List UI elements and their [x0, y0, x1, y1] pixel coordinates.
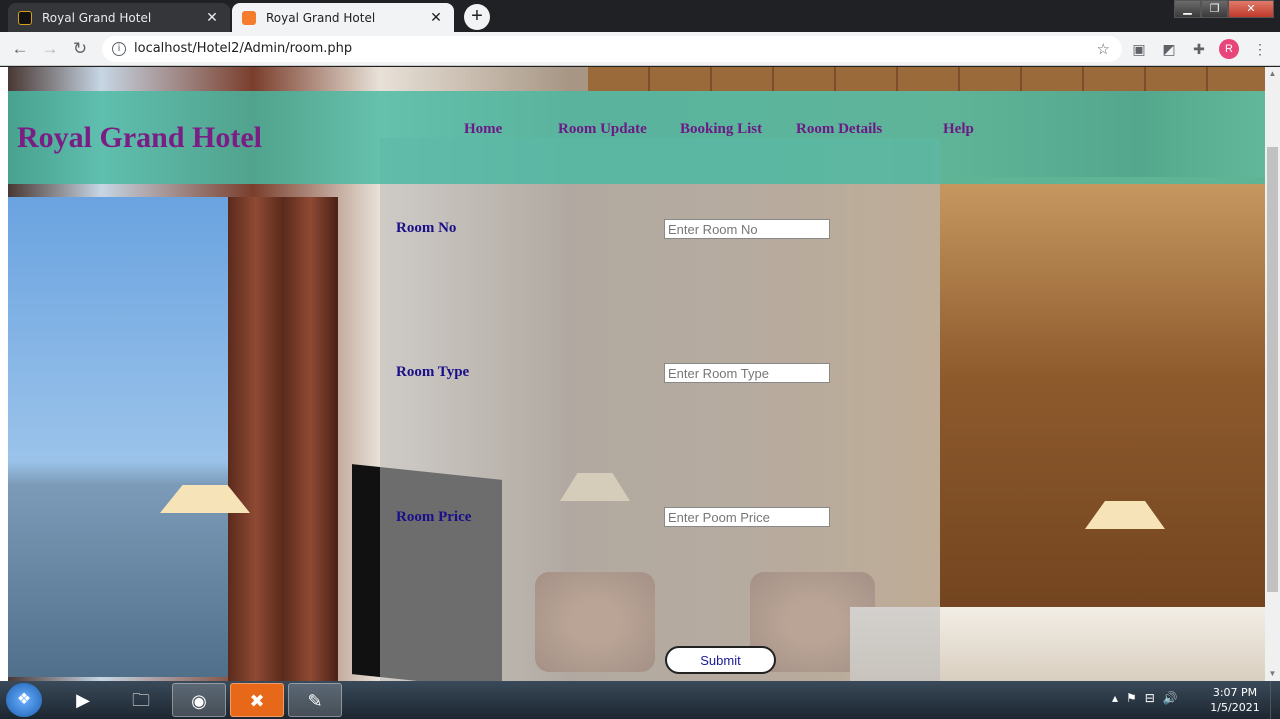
nav-room-details[interactable]: Room Details [796, 121, 882, 138]
submit-button[interactable]: Submit [665, 646, 776, 674]
back-icon[interactable]: ← [8, 38, 32, 60]
maximize-button[interactable]: ❐ [1201, 0, 1228, 18]
windows-taskbar: ❖ ▶ 🗀 ◉ ✖ ✎ ▴⚑⊟🔊 3:07 PM 1/5/2021 [0, 681, 1280, 719]
room-no-input[interactable] [664, 219, 830, 239]
system-clock[interactable]: 3:07 PM 1/5/2021 [1205, 685, 1265, 715]
start-button[interactable]: ❖ [6, 683, 42, 717]
scroll-up-arrow-icon[interactable]: ▲ [1265, 67, 1280, 81]
forward-icon[interactable]: → [38, 38, 62, 60]
room-no-label: Room No [396, 220, 457, 236]
selenium-extension-icon[interactable]: ◩ [1159, 39, 1179, 59]
nav-help[interactable]: Help [943, 121, 974, 138]
extensions-puzzle-icon[interactable]: ✚ [1189, 39, 1209, 59]
room-type-label: Room Type [396, 364, 470, 380]
clock-date: 1/5/2021 [1210, 701, 1260, 714]
tab-strip: Royal Grand Hotel ✕ Royal Grand Hotel ✕ … [0, 0, 1280, 32]
page-scrollbar[interactable]: ▲ ▼ [1265, 67, 1280, 681]
bookmark-star-icon[interactable]: ☆ [1097, 36, 1110, 62]
address-bar[interactable]: i localhost/Hotel2/Admin/room.php ☆ [102, 36, 1122, 62]
site-info-icon[interactable]: i [112, 42, 126, 56]
tab-title: Royal Grand Hotel [266, 10, 376, 25]
room-price-input[interactable] [664, 507, 830, 527]
page-left-edge [0, 67, 8, 681]
site-favicon-icon [18, 10, 32, 25]
close-tab-icon[interactable]: ✕ [428, 10, 444, 26]
profile-avatar[interactable]: R [1219, 39, 1239, 59]
nav-home[interactable]: Home [464, 121, 502, 138]
browser-tab-1[interactable]: Royal Grand Hotel ✕ [8, 3, 230, 32]
background-curtain-image [228, 197, 338, 681]
paint-icon[interactable]: ✎ [288, 683, 342, 717]
close-window-button[interactable]: ✕ [1228, 0, 1274, 18]
minimize-button[interactable]: ▁ [1174, 0, 1201, 18]
form-panel [380, 138, 940, 681]
media-player-icon[interactable]: ▶ [56, 683, 110, 717]
scrollbar-thumb[interactable] [1267, 147, 1278, 592]
nav-room-update[interactable]: Room Update [558, 121, 647, 138]
background-wall-image [940, 177, 1265, 681]
url-text: localhost/Hotel2/Admin/room.php [134, 41, 353, 56]
background-window-image [8, 197, 228, 677]
room-type-input[interactable] [664, 363, 830, 383]
extension-bag-icon[interactable]: ▣ [1129, 39, 1149, 59]
background-ceiling-image [588, 67, 1265, 91]
xampp-favicon-icon [242, 10, 256, 25]
close-tab-icon[interactable]: ✕ [204, 10, 220, 26]
scroll-down-arrow-icon[interactable]: ▼ [1265, 667, 1280, 681]
xampp-icon[interactable]: ✖ [230, 683, 284, 717]
site-title: Royal Grand Hotel [17, 121, 262, 154]
tab-title: Royal Grand Hotel [42, 10, 152, 25]
browser-tab-2[interactable]: Royal Grand Hotel ✕ [232, 3, 454, 32]
page-viewport: Royal Grand Hotel Home Room Update Booki… [0, 67, 1265, 681]
system-tray[interactable]: ▴⚑⊟🔊 [1112, 691, 1186, 705]
window-controls: ▁ ❐ ✕ [1174, 0, 1274, 18]
file-explorer-icon[interactable]: 🗀 [114, 683, 168, 717]
clock-time: 3:07 PM [1212, 686, 1258, 699]
chrome-icon[interactable]: ◉ [172, 683, 226, 717]
show-desktop-button[interactable] [1270, 681, 1280, 719]
room-price-label: Room Price [396, 509, 472, 525]
browser-toolbar: ← → ↻ i localhost/Hotel2/Admin/room.php … [0, 32, 1280, 66]
reload-icon[interactable]: ↻ [68, 38, 92, 60]
menu-kebab-icon[interactable]: ⋮ [1250, 39, 1270, 59]
new-tab-button[interactable]: + [464, 4, 490, 30]
site-header: Royal Grand Hotel Home Room Update Booki… [8, 91, 1265, 184]
nav-booking-list[interactable]: Booking List [680, 121, 762, 138]
